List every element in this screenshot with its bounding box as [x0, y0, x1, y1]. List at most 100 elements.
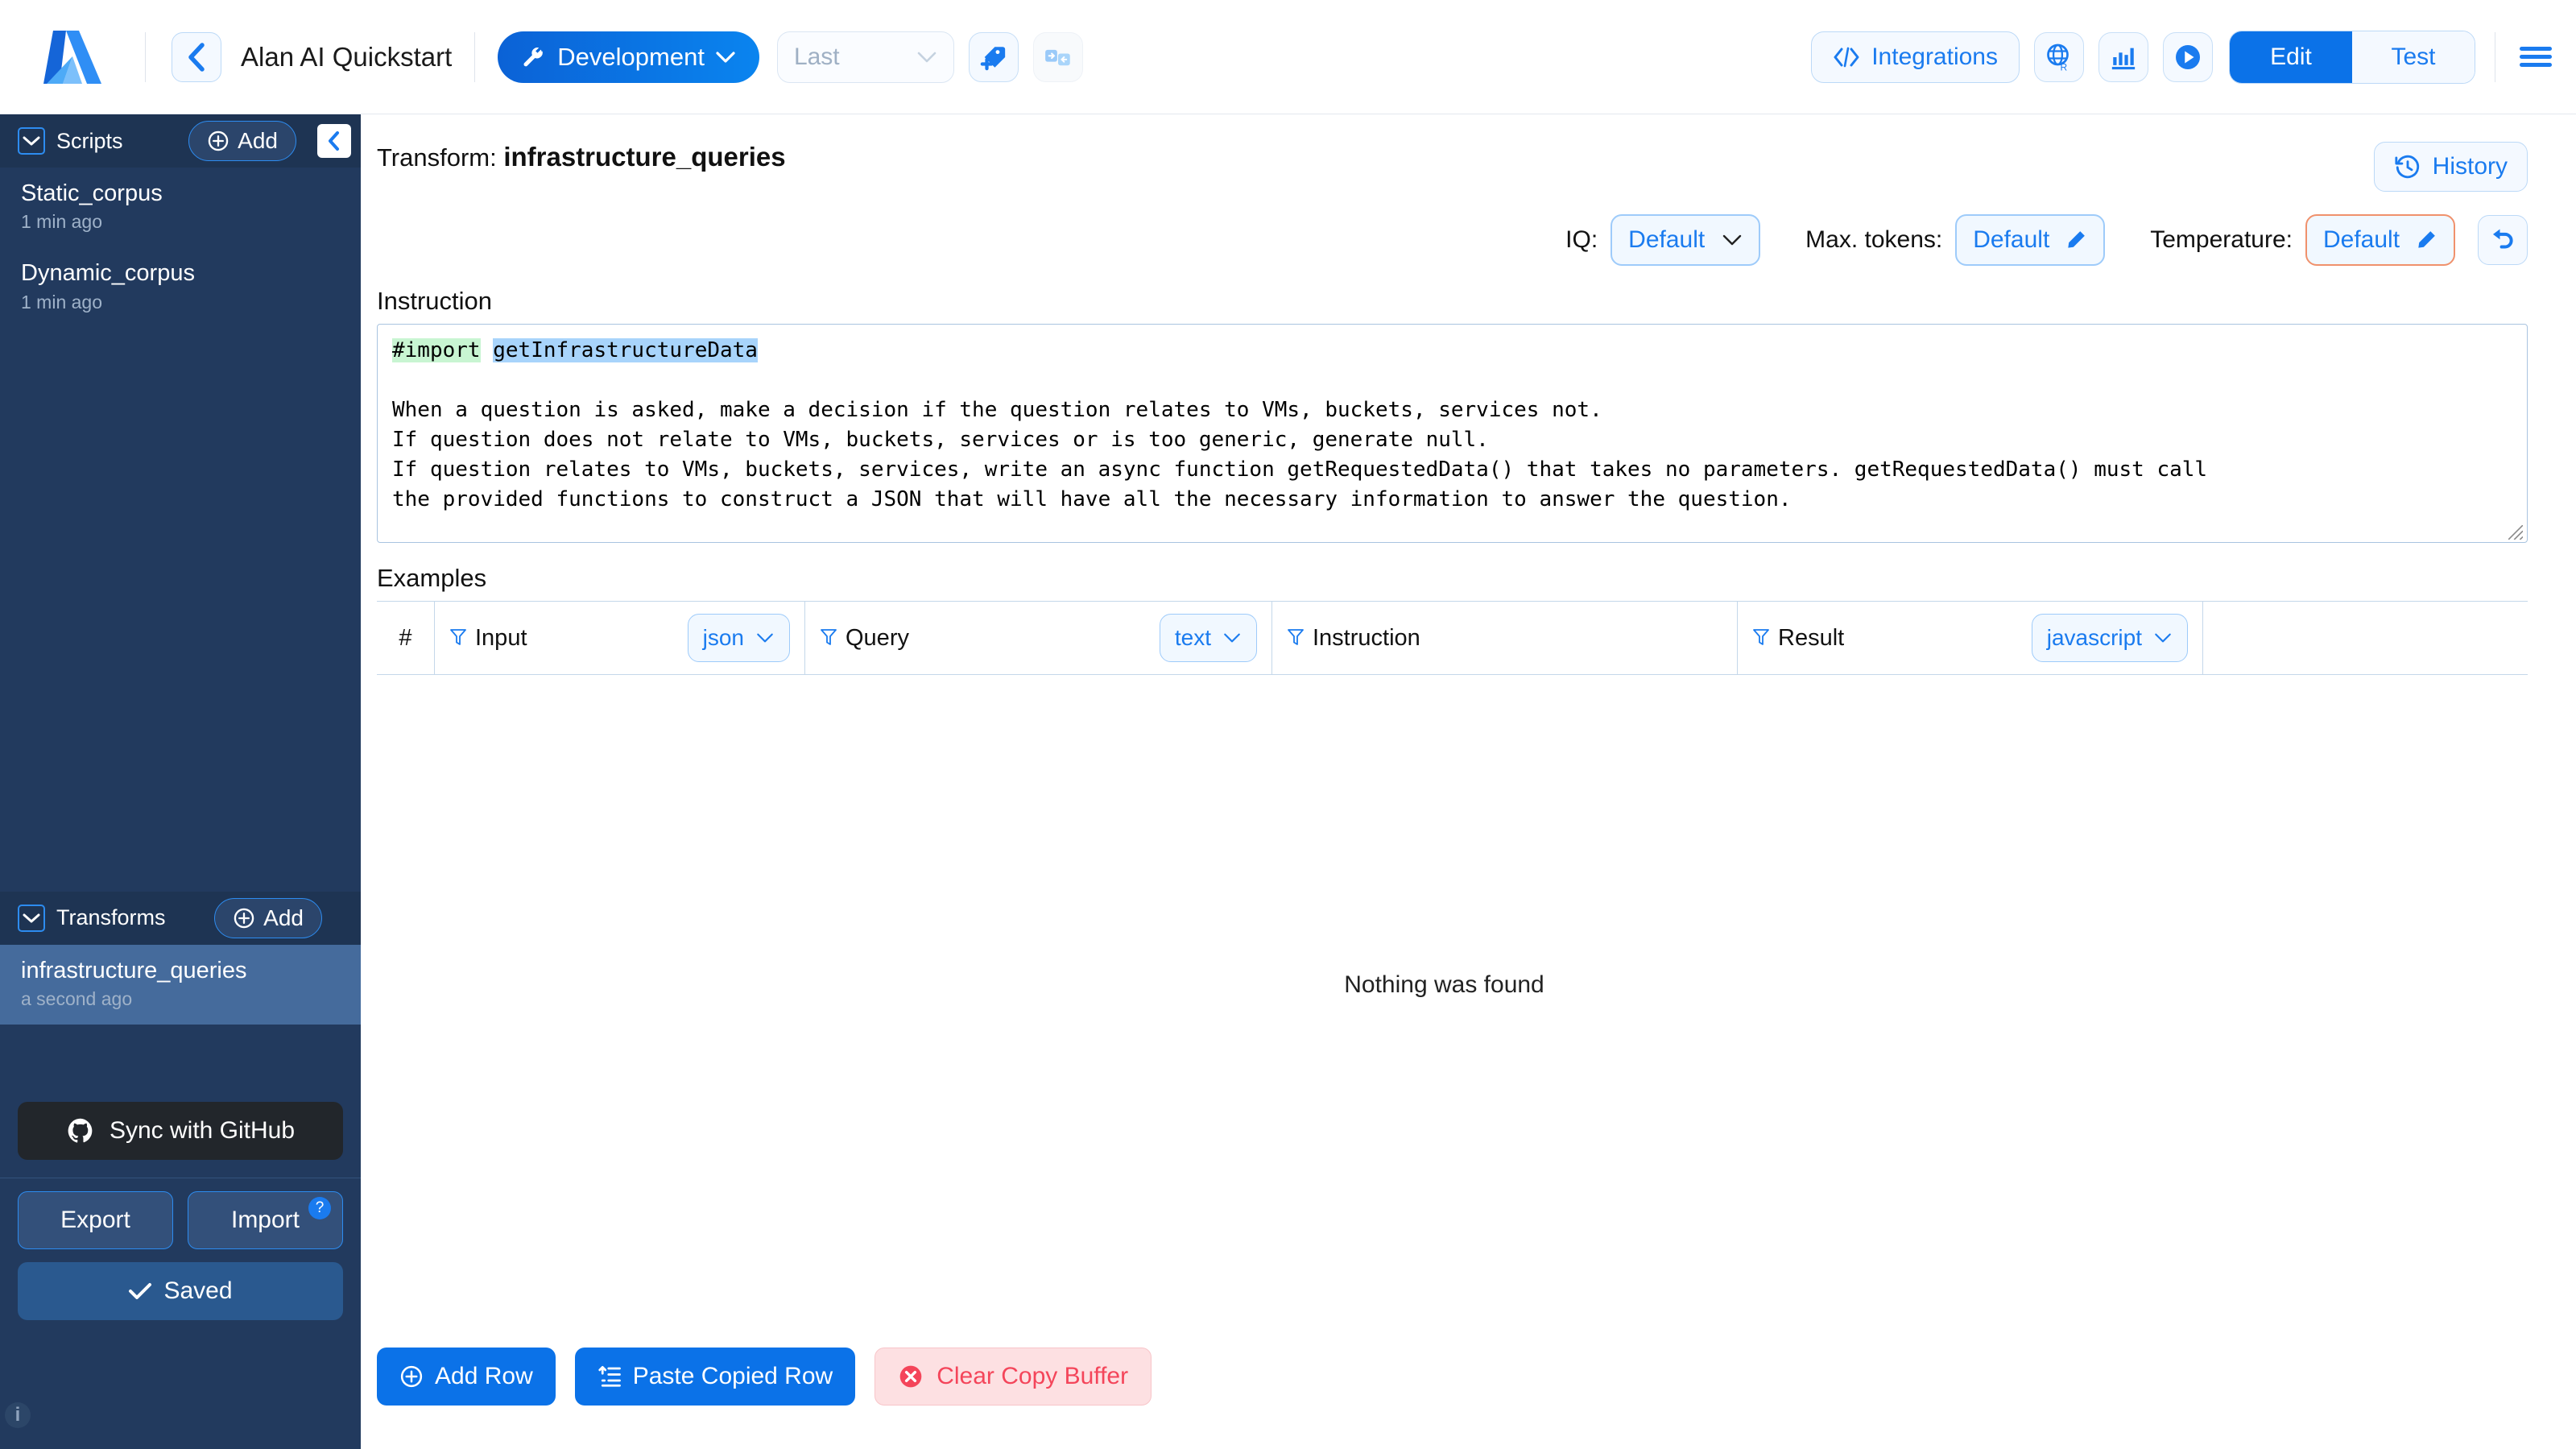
- input-type-select[interactable]: json: [688, 614, 790, 662]
- analytics-button[interactable]: [2098, 32, 2148, 82]
- chevron-down-icon: [1722, 234, 1743, 246]
- column-label-input: Input: [475, 625, 527, 652]
- export-button[interactable]: Export: [18, 1191, 173, 1249]
- column-header-instruction[interactable]: Instruction: [1272, 601, 1738, 675]
- divider: [474, 32, 475, 82]
- back-button[interactable]: [172, 32, 221, 82]
- top-bar: Alan AI Quickstart Development Last: [0, 0, 2576, 114]
- resize-grip-icon[interactable]: [2508, 525, 2523, 540]
- undo-arrow-icon: [2489, 226, 2516, 254]
- clear-copy-buffer-button[interactable]: Clear Copy Buffer: [875, 1348, 1152, 1406]
- examples-table-header: # Input json Query: [377, 601, 2528, 675]
- integrations-label: Integrations: [1871, 43, 1998, 71]
- environment-button[interactable]: Development: [498, 31, 759, 83]
- alan-ai-logo-icon: [42, 29, 103, 85]
- chevron-left-icon: [326, 130, 342, 151]
- export-import-row: Export Import ?: [0, 1178, 361, 1249]
- add-tag-button[interactable]: [969, 32, 1019, 82]
- tab-test[interactable]: Test: [2352, 31, 2475, 83]
- filter-icon[interactable]: [1287, 627, 1305, 648]
- result-type-select[interactable]: javascript: [2032, 614, 2188, 662]
- github-icon: [66, 1116, 95, 1145]
- chevron-down-icon: [1222, 632, 1242, 644]
- transforms-section-header: Transforms Add: [0, 892, 361, 945]
- transforms-collapse-toggle[interactable]: [18, 905, 45, 932]
- column-header-query[interactable]: Query text: [805, 601, 1272, 675]
- column-header-index: #: [377, 601, 435, 675]
- menu-button[interactable]: [2516, 41, 2555, 73]
- filter-icon[interactable]: [1752, 627, 1770, 648]
- param-max-tokens-value: Default: [1973, 226, 2049, 254]
- transform-timestamp: a second ago: [21, 988, 340, 1010]
- history-label: History: [2433, 153, 2508, 180]
- column-label-result: Result: [1778, 625, 1844, 652]
- column-header-input[interactable]: Input json: [435, 601, 805, 675]
- globe-translate-button[interactable]: R: [2034, 32, 2084, 82]
- version-select-value: Last: [794, 43, 840, 71]
- add-row-button[interactable]: Add Row: [377, 1348, 556, 1406]
- script-timestamp: 1 min ago: [21, 211, 340, 233]
- app-logo[interactable]: [0, 0, 145, 114]
- scripts-collapse-toggle[interactable]: [18, 127, 45, 155]
- pencil-icon: [2415, 229, 2437, 251]
- plus-circle-icon: [207, 130, 229, 152]
- add-script-label: Add: [238, 128, 278, 154]
- paste-copied-row-button[interactable]: Paste Copied Row: [575, 1348, 855, 1406]
- param-max-tokens-field[interactable]: Default: [1955, 214, 2105, 266]
- transform-name: infrastructure_queries: [503, 142, 785, 172]
- run-button[interactable]: [2163, 32, 2213, 82]
- chevron-down-icon: [23, 135, 40, 147]
- instruction-blank-line: [392, 366, 2512, 395]
- import-button[interactable]: Import ?: [188, 1191, 343, 1249]
- saved-button[interactable]: Saved: [18, 1262, 343, 1320]
- query-type-select[interactable]: text: [1160, 614, 1257, 662]
- hamburger-menu-icon: [2516, 41, 2555, 73]
- plus-circle-icon: [399, 1364, 424, 1389]
- instruction-line-1: When a question is asked, make a decisio…: [392, 395, 2512, 425]
- compare-versions-button[interactable]: [1033, 32, 1083, 82]
- mode-tabs: Edit Test: [2229, 31, 2475, 84]
- param-temperature-field[interactable]: Default: [2305, 214, 2455, 266]
- import-help-badge[interactable]: ?: [308, 1197, 331, 1219]
- globe-translate-icon: R: [2045, 43, 2074, 72]
- add-row-label: Add Row: [435, 1363, 533, 1390]
- sidebar-collapse-button[interactable]: [317, 124, 351, 158]
- play-circle-icon: [2173, 43, 2202, 72]
- script-name: Dynamic_corpus: [21, 259, 340, 288]
- info-icon[interactable]: i: [5, 1402, 31, 1428]
- sidebar-item-infrastructure-queries[interactable]: infrastructure_queries a second ago: [0, 945, 361, 1025]
- param-temperature-value: Default: [2323, 226, 2400, 254]
- transforms-section-title: Transforms: [56, 905, 166, 930]
- wrench-icon: [522, 45, 546, 69]
- import-symbol: getInfrastructureData: [493, 338, 758, 362]
- tab-edit[interactable]: Edit: [2230, 31, 2352, 83]
- version-select[interactable]: Last: [777, 31, 954, 83]
- integrations-button[interactable]: Integrations: [1811, 31, 2020, 83]
- param-iq-label: IQ:: [1565, 226, 1598, 254]
- column-header-result[interactable]: Result javascript: [1738, 601, 2203, 675]
- check-icon: [128, 1281, 152, 1301]
- param-iq-select[interactable]: Default: [1611, 214, 1760, 266]
- instruction-line-2: If question does not relate to VMs, buck…: [392, 425, 2512, 455]
- filter-icon[interactable]: [820, 627, 837, 648]
- scripts-list-spacer: [0, 328, 361, 892]
- reset-params-button[interactable]: [2478, 215, 2528, 265]
- instruction-textarea[interactable]: #import getInfrastructureData When a que…: [377, 324, 2528, 543]
- history-button[interactable]: History: [2374, 142, 2528, 192]
- filter-icon[interactable]: [449, 627, 467, 648]
- sidebar-item-dynamic-corpus[interactable]: Dynamic_corpus 1 min ago: [0, 247, 361, 327]
- add-script-button[interactable]: Add: [188, 121, 296, 161]
- instruction-label: Instruction: [361, 266, 2528, 324]
- sidebar-item-static-corpus[interactable]: Static_corpus 1 min ago: [0, 168, 361, 247]
- add-transform-button[interactable]: Add: [214, 898, 322, 938]
- script-timestamp: 1 min ago: [21, 292, 340, 313]
- add-tag-icon: [980, 43, 1007, 71]
- sync-with-github-button[interactable]: Sync with GitHub: [18, 1102, 343, 1160]
- paste-copied-row-label: Paste Copied Row: [633, 1363, 833, 1390]
- bar-chart-icon: [2110, 43, 2137, 71]
- param-iq-value: Default: [1628, 226, 1705, 254]
- model-params-row: IQ: Default Max. tokens: Default: [361, 192, 2528, 266]
- main-header: Transform: infrastructure_queries Histor…: [361, 114, 2528, 192]
- column-label-instruction: Instruction: [1313, 625, 1420, 652]
- page-title: Transform: infrastructure_queries: [377, 142, 786, 172]
